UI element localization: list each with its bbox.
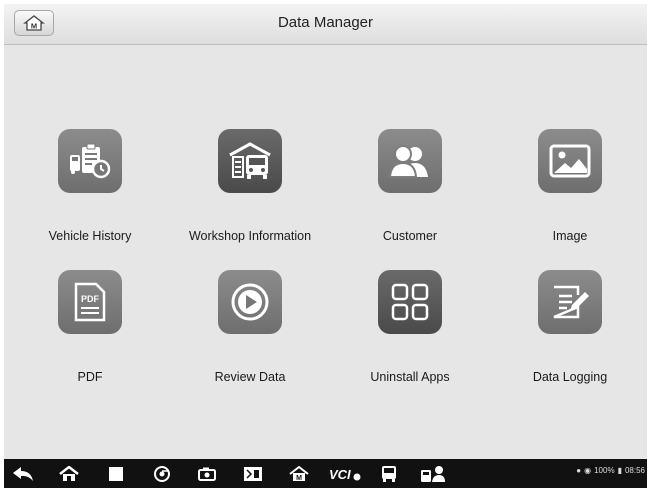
app-window: M Data Manager Vehicle History Workshop … bbox=[4, 4, 647, 488]
pdf-icon: PDF bbox=[58, 270, 122, 334]
location-icon: ● bbox=[576, 466, 582, 475]
screen-mirror-icon bbox=[244, 466, 262, 481]
app-label: Uninstall Apps bbox=[370, 370, 450, 384]
app-label: Review Data bbox=[214, 370, 286, 384]
maxisys-home-button[interactable]: M bbox=[284, 459, 314, 488]
app-tile-image[interactable]: Image bbox=[495, 129, 645, 249]
home-letter: M bbox=[296, 475, 302, 482]
camera-button[interactable] bbox=[192, 459, 222, 488]
remote-support-button[interactable] bbox=[416, 459, 450, 488]
recent-apps-icon bbox=[109, 466, 123, 481]
app-label: Image bbox=[552, 229, 588, 243]
truck-icon bbox=[382, 465, 396, 482]
home-M-icon: M bbox=[289, 465, 309, 482]
truck-button[interactable] bbox=[374, 459, 404, 488]
vci-icon: VCI bbox=[329, 467, 361, 482]
back-button[interactable] bbox=[8, 459, 38, 488]
app-tile-workshop-information[interactable]: Workshop Information bbox=[175, 129, 325, 249]
app-tile-pdf[interactable]: PDF PDF bbox=[15, 270, 165, 390]
app-tile-customer[interactable]: Customer bbox=[335, 129, 485, 249]
app-tile-vehicle-history[interactable]: Vehicle History bbox=[15, 129, 165, 249]
customer-icon bbox=[378, 129, 442, 193]
image-icon bbox=[538, 129, 602, 193]
status-area: ● ◉ 100% ▮ 08:56 bbox=[576, 466, 645, 475]
chrome-icon bbox=[154, 465, 170, 482]
home-icon bbox=[59, 465, 79, 481]
play-icon bbox=[218, 270, 282, 334]
app-label: PDF bbox=[77, 370, 103, 384]
app-tile-review-data[interactable]: Review Data bbox=[175, 270, 325, 390]
pdf-icon-text: PDF bbox=[81, 294, 100, 304]
app-grid: Vehicle History Workshop Information Cus… bbox=[4, 45, 647, 459]
app-label: Data Logging bbox=[532, 370, 608, 384]
recent-apps-button[interactable] bbox=[101, 459, 131, 488]
remote-support-icon bbox=[421, 465, 445, 482]
page-title: Data Manager bbox=[277, 14, 374, 31]
back-icon bbox=[13, 466, 33, 481]
system-navbar: M VCI ● ◉ 100% ▮ 08:56 bbox=[4, 459, 647, 488]
screen-mirror-button[interactable] bbox=[238, 459, 268, 488]
battery-percent: 100% bbox=[594, 466, 615, 475]
vci-button[interactable]: VCI bbox=[327, 459, 363, 488]
camera-icon bbox=[198, 467, 216, 481]
app-label: Workshop Information bbox=[188, 229, 312, 243]
app-tile-data-logging[interactable]: Data Logging bbox=[495, 270, 645, 390]
battery-icon: ▮ bbox=[617, 466, 622, 475]
edit-note-icon bbox=[538, 270, 602, 334]
app-label: Vehicle History bbox=[48, 229, 132, 243]
app-tile-uninstall-apps[interactable]: Uninstall Apps bbox=[335, 270, 485, 390]
header-bar: M Data Manager bbox=[4, 4, 647, 45]
vci-text: VCI bbox=[329, 467, 351, 482]
wifi-icon: ◉ bbox=[584, 466, 592, 475]
clock: 08:56 bbox=[624, 466, 645, 475]
home-nav-button[interactable] bbox=[54, 459, 84, 488]
apps-grid-icon bbox=[378, 270, 442, 334]
vehicle-history-icon bbox=[58, 129, 122, 193]
workshop-icon bbox=[218, 129, 282, 193]
chrome-button[interactable] bbox=[147, 459, 177, 488]
app-label: Customer bbox=[382, 229, 438, 243]
